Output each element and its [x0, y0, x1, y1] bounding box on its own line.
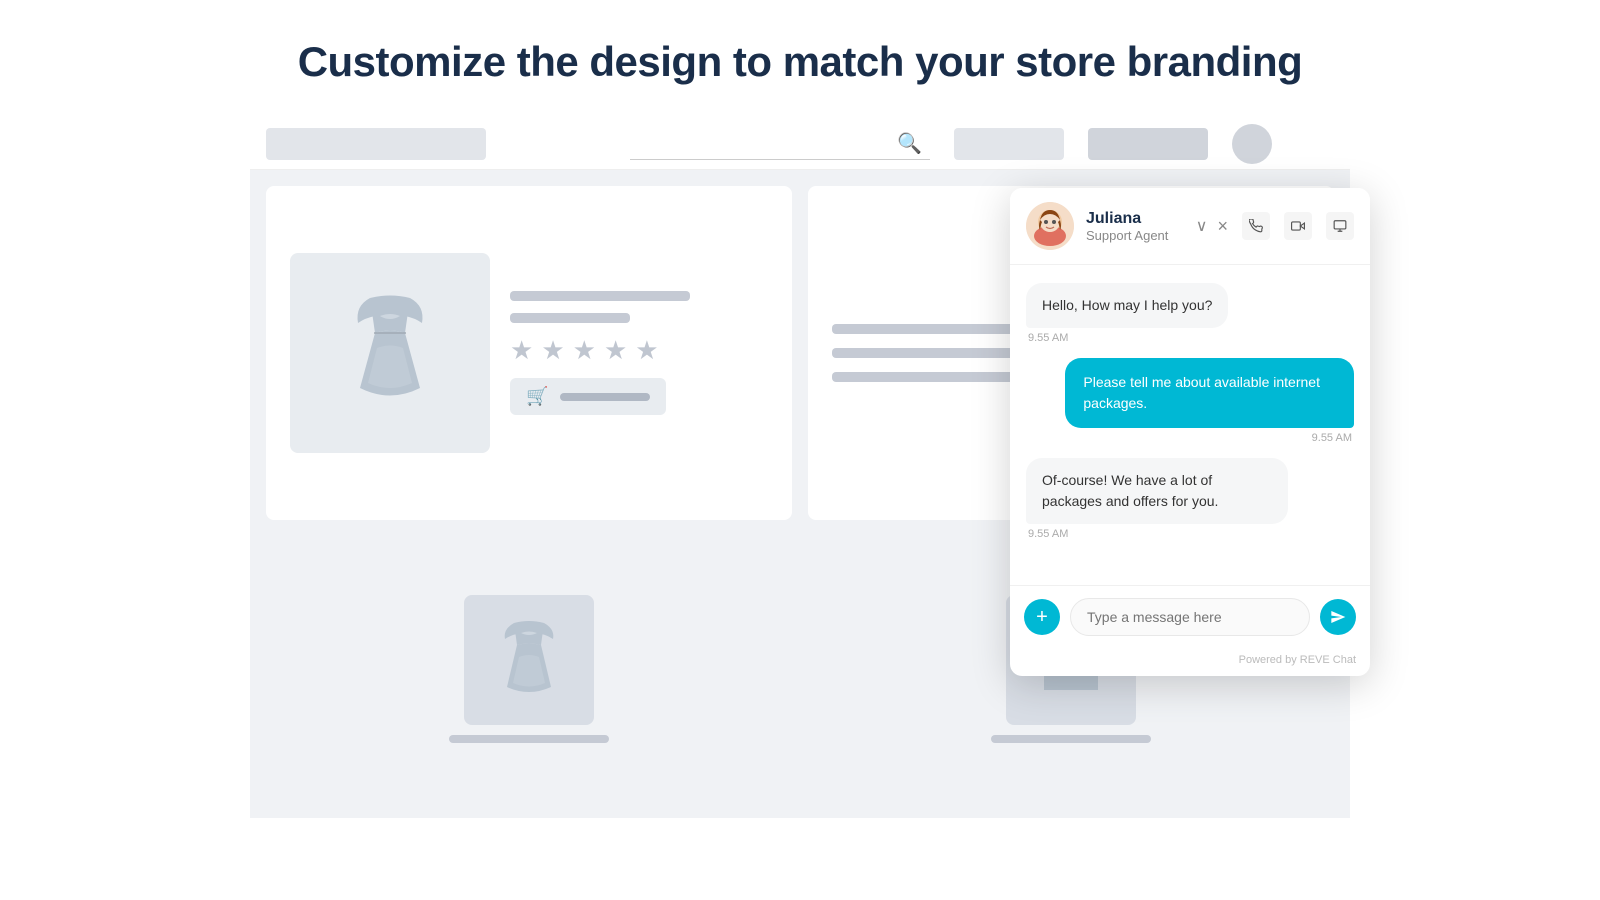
- page-title: Customize the design to match your store…: [298, 38, 1303, 86]
- cart-icon: 🛒: [526, 386, 548, 407]
- star-5: ★: [635, 335, 658, 366]
- featured-product-card: ★ ★ ★ ★ ★ 🛒: [266, 186, 792, 520]
- mock-navbar: 🔍: [250, 118, 1350, 170]
- star-4: ★: [604, 335, 627, 366]
- search-icon: 🔍: [897, 131, 922, 156]
- message-3-time: 9.55 AM: [1028, 528, 1068, 540]
- message-2: Please tell me about available internet …: [1065, 358, 1354, 428]
- minimize-controls: ∨ ×: [1196, 216, 1228, 237]
- product-small-image-1: [464, 595, 594, 725]
- cart-label-placeholder: [560, 393, 650, 401]
- message-3: Of-course! We have a lot of packages and…: [1026, 458, 1288, 524]
- message-input[interactable]: [1070, 598, 1310, 636]
- star-2: ★: [541, 335, 564, 366]
- chat-input-area: +: [1010, 585, 1370, 648]
- product-small-1-bar: [449, 735, 609, 743]
- powered-by-text: Powered by REVE Chat: [1239, 654, 1356, 666]
- message-1: Hello, How may I help you?: [1026, 283, 1228, 328]
- close-icon[interactable]: ×: [1217, 216, 1228, 237]
- mock-user-avatar: [1232, 124, 1272, 164]
- star-1: ★: [510, 335, 533, 366]
- mock-search: 🔍: [630, 128, 930, 160]
- agent-name: Juliana: [1086, 210, 1184, 228]
- chat-header-actions: ∨ ×: [1196, 212, 1354, 240]
- add-to-cart-placeholder: 🛒: [510, 378, 666, 415]
- product-title-placeholder: [510, 291, 690, 301]
- mock-nav-btn-2: [1088, 128, 1208, 160]
- phone-icon[interactable]: [1242, 212, 1270, 240]
- chat-widget: Juliana Support Agent ∨ ×: [1010, 188, 1370, 676]
- message-1-time: 9.55 AM: [1028, 332, 1068, 344]
- dress-small-1-icon: [489, 615, 569, 705]
- mock-nav-btn-1: [954, 128, 1064, 160]
- main-area: 🔍: [250, 118, 1350, 818]
- chat-agent-info: Juliana Support Agent: [1086, 210, 1184, 243]
- send-button[interactable]: [1320, 599, 1356, 635]
- product-rating: ★ ★ ★ ★ ★: [510, 335, 768, 366]
- agent-role: Support Agent: [1086, 228, 1184, 243]
- featured-product-details: ★ ★ ★ ★ ★ 🛒: [510, 291, 768, 415]
- featured-product-image: [290, 253, 490, 453]
- chat-header: Juliana Support Agent ∨ ×: [1010, 188, 1370, 265]
- mock-logo: [266, 128, 486, 160]
- minimize-icon[interactable]: ∨: [1196, 216, 1208, 236]
- message-2-time: 9.55 AM: [1312, 432, 1352, 444]
- star-3: ★: [573, 335, 596, 366]
- dress-large-icon: [330, 288, 450, 418]
- agent-avatar: [1026, 202, 1074, 250]
- product-card-small-1: [266, 536, 792, 802]
- attach-button[interactable]: +: [1024, 599, 1060, 635]
- agent-face-icon: [1026, 202, 1074, 250]
- chat-footer: Powered by REVE Chat: [1010, 648, 1370, 676]
- product-small-2-bar: [991, 735, 1151, 743]
- screen-share-icon[interactable]: [1326, 212, 1354, 240]
- product-subtitle-placeholder: [510, 313, 630, 323]
- chat-messages: Hello, How may I help you? 9.55 AM Pleas…: [1010, 265, 1370, 585]
- video-icon[interactable]: [1284, 212, 1312, 240]
